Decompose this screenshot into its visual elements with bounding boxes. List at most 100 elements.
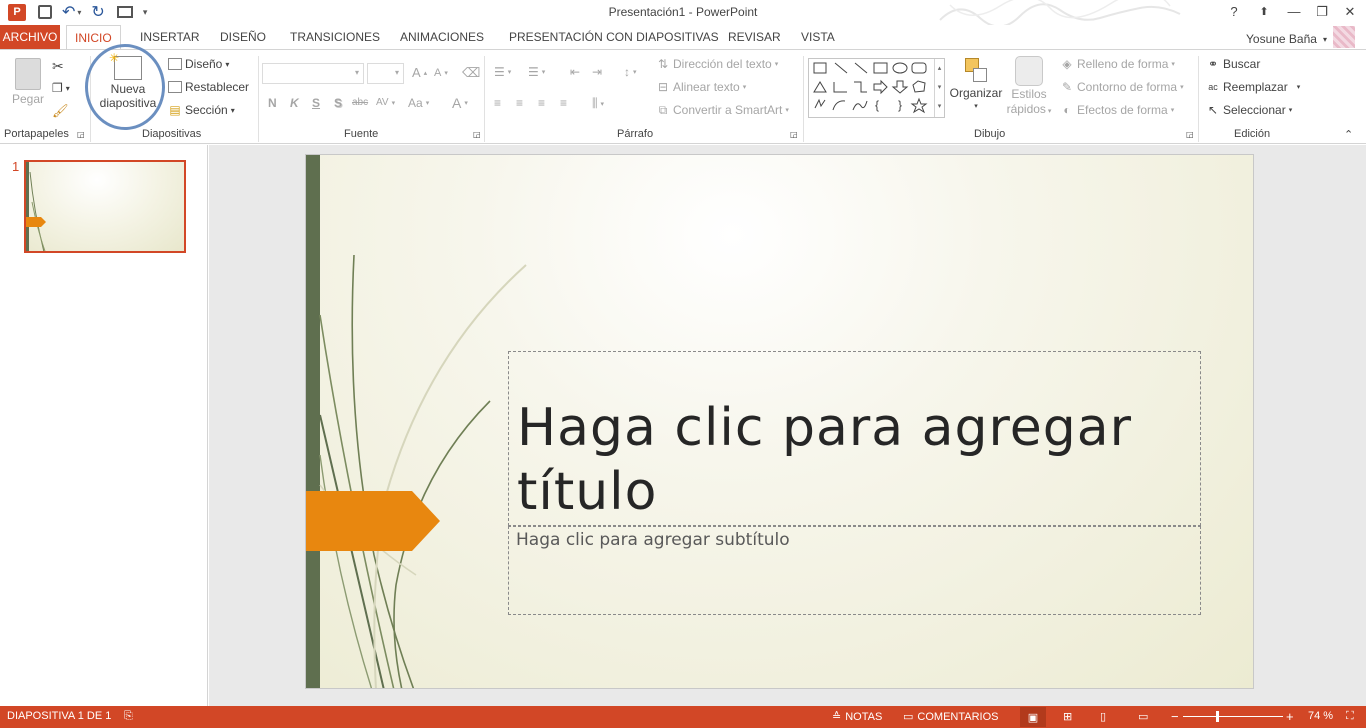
slide-sorter-view-button[interactable]: ⊞ (1063, 710, 1072, 723)
font-color-button[interactable]: A ▾ (452, 95, 468, 111)
underline-button[interactable]: S (312, 96, 320, 110)
align-center-icon[interactable]: ≡ (516, 96, 523, 110)
strikethrough-button[interactable]: abc (352, 97, 368, 108)
paint-bucket-icon: ◈ (1062, 57, 1072, 71)
align-left-icon[interactable]: ≡ (494, 96, 501, 110)
replace-button[interactable]: ac Reemplazar ▾ (1206, 80, 1300, 94)
spelling-icon[interactable]: ⎘ (124, 710, 133, 723)
align-right-icon[interactable]: ≡ (538, 96, 545, 110)
quick-styles-label-2: rápidos ▾ (1006, 102, 1052, 116)
divider (258, 56, 259, 142)
tab-view[interactable]: VISTA (793, 25, 843, 49)
layout-button[interactable]: Diseño ▾ (168, 57, 229, 71)
avatar (1332, 26, 1355, 48)
ribbon-options-button[interactable]: ⬆ (1252, 2, 1276, 22)
close-button[interactable]: ✕ (1338, 2, 1362, 22)
numbering-icon[interactable]: ☰ ▾ (528, 65, 545, 79)
shadow-button[interactable]: S (334, 96, 342, 110)
bullets-icon[interactable]: ☰ ▾ (494, 65, 511, 79)
tab-file[interactable]: ARCHIVO (0, 25, 60, 49)
fit-to-window-icon[interactable]: ⛶ (1346, 710, 1354, 723)
zoom-out-button[interactable]: − (1171, 709, 1179, 724)
zoom-level[interactable]: 74 % (1308, 710, 1333, 722)
smartart-icon: ⧉ (658, 103, 668, 117)
editing-group-label: Edición (1234, 128, 1271, 140)
bold-button[interactable]: N (268, 96, 277, 110)
arrange-button[interactable]: Organizar ▾ (948, 56, 1004, 110)
minimize-button[interactable]: — (1282, 2, 1306, 22)
clear-format-icon[interactable]: ⌫ (462, 65, 480, 81)
shapes-gallery[interactable]: { } ▴ ▾ ▾ (808, 58, 945, 118)
restore-button[interactable]: ❐ (1310, 2, 1334, 22)
slideshow-view-button[interactable]: ▭ (1138, 710, 1148, 723)
slide-thumbnail[interactable] (24, 160, 186, 253)
change-case-button[interactable]: Aa ▾ (408, 96, 429, 110)
normal-view-button[interactable]: ▣ (1020, 707, 1046, 727)
binoculars-icon: ⚭ (1207, 57, 1219, 71)
zoom-slider[interactable] (1183, 711, 1283, 722)
quick-styles-button[interactable]: Estilos rápidos ▾ (1005, 56, 1053, 116)
tab-slide-show[interactable]: PRESENTACIÓN CON DIAPOSITIVAS (501, 25, 727, 49)
character-spacing-button[interactable]: AV ▾ (376, 97, 395, 108)
replace-icon: ac (1208, 82, 1218, 92)
grow-font-button[interactable]: A ▴ (412, 65, 427, 80)
format-painter-icon[interactable]: 🖌 (52, 103, 69, 119)
font-name-combobox[interactable]: ▾ (262, 63, 364, 84)
notes-button[interactable]: ≙ NOTAS (832, 710, 882, 724)
font-size-combobox[interactable]: ▾ (367, 63, 404, 84)
font-launcher-icon[interactable]: ◲ (473, 130, 481, 139)
select-button[interactable]: ↖ Seleccionar ▾ (1206, 103, 1292, 117)
subtitle-placeholder[interactable]: Haga clic para agregar subtítulo (508, 526, 1201, 615)
gallery-scroll[interactable]: ▴ ▾ ▾ (934, 59, 944, 117)
shape-effects-button[interactable]: ◐ Efectos de forma ▾ (1060, 103, 1174, 117)
help-button[interactable]: ? (1222, 2, 1246, 22)
shrink-font-button[interactable]: A ▾ (434, 67, 448, 79)
columns-icon[interactable]: ⫼ ▾ (592, 96, 604, 111)
ribbon-tabs: ARCHIVO INICIO INSERTAR DISEÑO TRANSICIO… (0, 25, 1366, 50)
font-group-label: Fuente (344, 128, 379, 140)
tab-animations[interactable]: ANIMACIONES (392, 25, 492, 49)
tab-transitions[interactable]: TRANSICIONES (282, 25, 388, 49)
ribbon: Pegar ✂ ❐ ▾ 🖌 Portapapeles ◲ ✳ Nueva dia… (0, 44, 1366, 144)
collapse-ribbon-icon[interactable]: ⌃ (1344, 128, 1353, 141)
paragraph-launcher-icon[interactable]: ◲ (790, 130, 798, 139)
paste-button[interactable]: Pegar (12, 58, 44, 106)
italic-button[interactable]: K (290, 96, 299, 110)
increase-indent-icon[interactable]: ⇥ (592, 65, 602, 79)
drawing-launcher-icon[interactable]: ◲ (1186, 130, 1194, 139)
convert-smartart-button[interactable]: ⧉ Convertir a SmartArt ▾ (656, 103, 789, 117)
svg-text:}: } (898, 98, 902, 112)
comments-button[interactable]: ▭ COMENTARIOS (903, 710, 998, 724)
title-placeholder[interactable]: Haga clic para agregar título (508, 351, 1201, 526)
zoom-slider-thumb[interactable] (1216, 711, 1219, 722)
justify-icon[interactable]: ≡ (560, 96, 567, 110)
clipboard-launcher-icon[interactable]: ◲ (77, 130, 85, 139)
effects-icon: ◐ (1063, 103, 1071, 117)
slide-canvas[interactable]: Haga clic para agregar título Haga clic … (305, 154, 1254, 689)
tab-review[interactable]: REVISAR (720, 25, 789, 49)
copy-icon[interactable]: ❐ ▾ (52, 81, 70, 95)
title-placeholder-text: Haga clic para agregar título (517, 398, 1132, 522)
divider (1198, 56, 1199, 142)
thumbnail-number: 1 (12, 159, 20, 174)
align-text-button[interactable]: ⊟ Alinear texto ▾ (656, 80, 746, 94)
comment-icon: ▭ (903, 711, 914, 723)
zoom-in-button[interactable]: + (1286, 709, 1294, 724)
line-spacing-icon[interactable]: ↕ ▾ (624, 65, 637, 79)
text-direction-icon: ⇅ (657, 57, 669, 71)
title-bar: P ↶ ▾ ↻ ▾ Presentación1 - PowerPoint ? ⬆… (0, 0, 1366, 25)
tab-design[interactable]: DISEÑO (212, 25, 274, 49)
notes-icon: ≙ (832, 711, 842, 723)
user-account[interactable]: Yosune Baña ▾ (1246, 26, 1355, 48)
shape-fill-button[interactable]: ◈ Relleno de forma ▾ (1060, 57, 1175, 71)
reset-icon (168, 81, 182, 93)
cut-icon[interactable]: ✂ (52, 58, 64, 75)
shape-outline-button[interactable]: ✎ Contorno de forma ▾ (1060, 80, 1184, 94)
text-direction-button[interactable]: ⇅ Dirección del texto ▾ (656, 57, 778, 71)
find-button[interactable]: ⚭ Buscar (1206, 57, 1260, 71)
tab-insert[interactable]: INSERTAR (132, 25, 208, 49)
decrease-indent-icon[interactable]: ⇤ (570, 65, 580, 79)
section-button[interactable]: ▤ Sección ▾ (168, 103, 234, 117)
reset-button[interactable]: Restablecer (168, 80, 249, 94)
reading-view-button[interactable]: ▯ (1100, 710, 1106, 723)
